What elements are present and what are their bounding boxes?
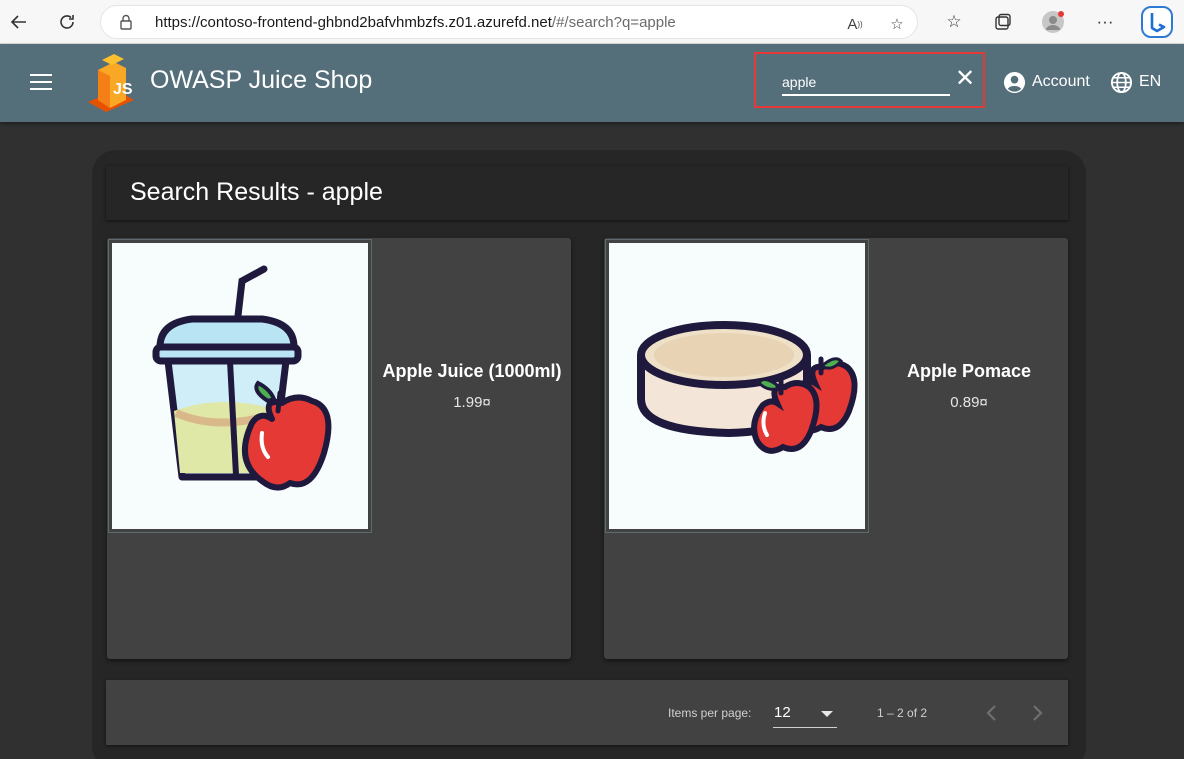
address-bar[interactable]: https://contoso-frontend-ghbnd2bafvhmbzf… (100, 5, 918, 39)
back-button[interactable] (4, 7, 34, 37)
menu-icon[interactable] (30, 74, 52, 90)
bing-chat-icon[interactable] (1140, 5, 1174, 39)
account-label: Account (1032, 73, 1090, 90)
results-title: Search Results - apple (130, 178, 383, 206)
product-card[interactable]: Apple Juice (1000ml) 1.99¤ (107, 238, 571, 659)
browser-toolbar: https://contoso-frontend-ghbnd2bafvhmbzf… (0, 0, 1184, 44)
page-size-select[interactable]: 12 (773, 700, 837, 728)
read-aloud-icon[interactable]: A)) (845, 14, 865, 34)
page-size-value: 12 (774, 704, 791, 721)
back-arrow-icon (10, 15, 26, 29)
range-label: 1 – 2 of 2 (877, 706, 928, 720)
product-info: Apple Juice (1000ml) 1.99¤ (373, 238, 571, 532)
product-name: Apple Juice (1000ml) (382, 360, 562, 381)
items-per-page-label: Items per page: (668, 706, 752, 720)
apple-pomace-image[interactable] (606, 240, 868, 532)
next-page-button[interactable] (1024, 700, 1050, 726)
language-label: EN (1139, 73, 1162, 90)
product-card[interactable]: Apple Pomace 0.89¤ (604, 238, 1068, 659)
search-input[interactable] (782, 70, 950, 96)
profile-avatar[interactable] (1040, 9, 1066, 35)
app-title[interactable]: OWASP Juice Shop (150, 66, 372, 95)
language-button[interactable]: EN (1110, 70, 1161, 94)
product-name: Apple Pomace (906, 360, 1032, 381)
product-price: 1.99¤ (453, 393, 491, 411)
results-header: Search Results - apple (106, 166, 1068, 220)
search-highlight: ✕ (754, 52, 985, 108)
lock-icon (119, 14, 133, 35)
product-price: 0.89¤ (950, 393, 988, 411)
paginator: Items per page: 12 1 – 2 of 2 (106, 680, 1068, 745)
favorites-icon[interactable]: ☆ (941, 9, 967, 35)
previous-page-button[interactable] (979, 700, 1005, 726)
collections-icon[interactable] (990, 9, 1016, 35)
add-favorite-icon[interactable]: ☆ (887, 14, 907, 34)
svg-text:JS: JS (113, 81, 133, 98)
url-path: /#/search?q=apple (551, 14, 676, 31)
url-host: https://contoso-frontend-ghbnd2bafvhmbzf… (155, 14, 552, 31)
clear-search-icon[interactable]: ✕ (952, 66, 978, 92)
account-circle-icon (1003, 71, 1026, 93)
dropdown-arrow-icon (821, 711, 833, 717)
app-toolbar: JS OWASP Juice Shop ✕ Account EN (0, 44, 1184, 122)
account-button[interactable]: Account (1003, 70, 1090, 94)
url-text: https://contoso-frontend-ghbnd2bafvhmbzf… (155, 14, 676, 31)
refresh-icon (60, 15, 74, 29)
apple-juice-image[interactable] (109, 240, 371, 532)
chevron-left-icon (986, 705, 996, 721)
chevron-right-icon (1033, 705, 1043, 721)
more-options-icon[interactable]: ··· (1092, 9, 1118, 35)
globe-icon (1110, 71, 1133, 93)
juice-shop-logo[interactable]: JS (84, 50, 144, 114)
product-info: Apple Pomace 0.89¤ (870, 238, 1068, 532)
refresh-button[interactable] (52, 7, 82, 37)
